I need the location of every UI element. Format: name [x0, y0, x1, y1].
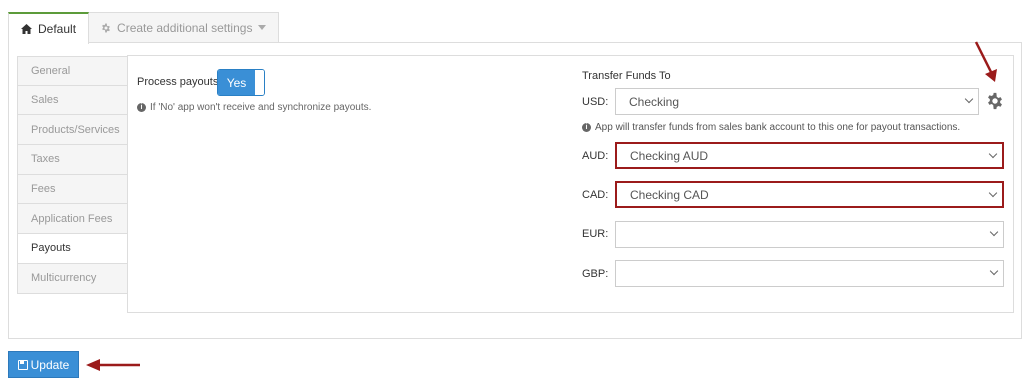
sidebar-item-fees[interactable]: Fees [17, 174, 128, 205]
usd-label: USD: [582, 96, 609, 108]
sidebar-item-sales[interactable]: Sales [17, 85, 128, 116]
sidebar-item-label: Payouts [31, 242, 71, 255]
tab-default-label: Default [38, 22, 77, 36]
toggle-on-label: Yes [218, 70, 255, 95]
tab-default[interactable]: Default [8, 12, 90, 44]
toggle-knob [255, 70, 264, 95]
cad-account-select[interactable]: Checking CAD [615, 181, 1004, 208]
cad-account-value: Checking CAD [630, 187, 709, 202]
transfer-funds-title: Transfer Funds To [582, 70, 671, 82]
caret-down-icon [258, 25, 267, 30]
usd-account-value: Checking [629, 94, 680, 109]
info-icon: i [582, 123, 591, 132]
gear-icon [102, 23, 110, 32]
tab-create-additional-settings[interactable]: Create additional settings [89, 12, 280, 43]
update-button-label: Update [30, 357, 70, 372]
sidebar-item-payouts[interactable]: Payouts [17, 234, 128, 264]
update-button[interactable]: Update [8, 351, 79, 378]
sidebar-item-label: Taxes [31, 153, 60, 166]
process-payouts-hint-text: If 'No' app won't receive and synchroniz… [150, 102, 372, 113]
gbp-label: GBP: [582, 268, 609, 280]
process-payouts-hint: i If 'No' app won't receive and synchron… [137, 102, 371, 113]
usd-hint: i App will transfer funds from sales ban… [582, 122, 960, 133]
sidebar-item-multicurrency[interactable]: Multicurrency [17, 263, 128, 294]
sidebar-item-label: Sales [31, 94, 59, 107]
info-icon: i [137, 103, 146, 112]
save-icon [17, 359, 28, 370]
eur-account-select[interactable] [615, 221, 1004, 248]
process-payouts-toggle[interactable]: Yes [217, 69, 265, 96]
eur-label: EUR: [582, 228, 609, 240]
settings-sidebar: General Sales Products/Services Taxes Fe… [17, 56, 128, 294]
chevron-down-icon [989, 266, 999, 276]
gear-icon[interactable] [986, 92, 1004, 110]
aud-account-select[interactable]: Checking AUD [615, 142, 1004, 169]
tab-create-additional-settings-label: Create additional settings [117, 20, 253, 35]
annotation-arrow-icon [974, 41, 997, 82]
sidebar-item-label: Multicurrency [31, 272, 97, 285]
aud-account-value: Checking AUD [630, 148, 709, 163]
sidebar-item-general[interactable]: General [17, 56, 128, 86]
sidebar-item-application-fees[interactable]: Application Fees [17, 204, 128, 235]
chevron-down-icon [988, 149, 998, 159]
chevron-down-icon [964, 94, 974, 104]
sidebar-item-label: Fees [31, 183, 56, 196]
gbp-account-select[interactable] [615, 260, 1004, 287]
annotation-arrow-icon [86, 359, 140, 371]
sidebar-item-taxes[interactable]: Taxes [17, 145, 128, 175]
chevron-down-icon [988, 188, 998, 198]
sidebar-item-label: General [31, 64, 71, 77]
sidebar-item-products-services[interactable]: Products/Services [17, 115, 128, 146]
usd-account-select[interactable]: Checking [615, 88, 979, 115]
settings-tabs: Default Create additional settings [8, 12, 280, 44]
aud-label: AUD: [582, 150, 609, 162]
cad-label: CAD: [582, 189, 609, 201]
sidebar-item-label: Products/Services [31, 123, 120, 136]
process-payouts-label: Process payouts [137, 76, 219, 88]
usd-hint-text: App will transfer funds from sales bank … [595, 122, 961, 133]
chevron-down-icon [989, 227, 999, 237]
home-icon [21, 24, 32, 34]
sidebar-item-label: Application Fees [31, 212, 113, 225]
